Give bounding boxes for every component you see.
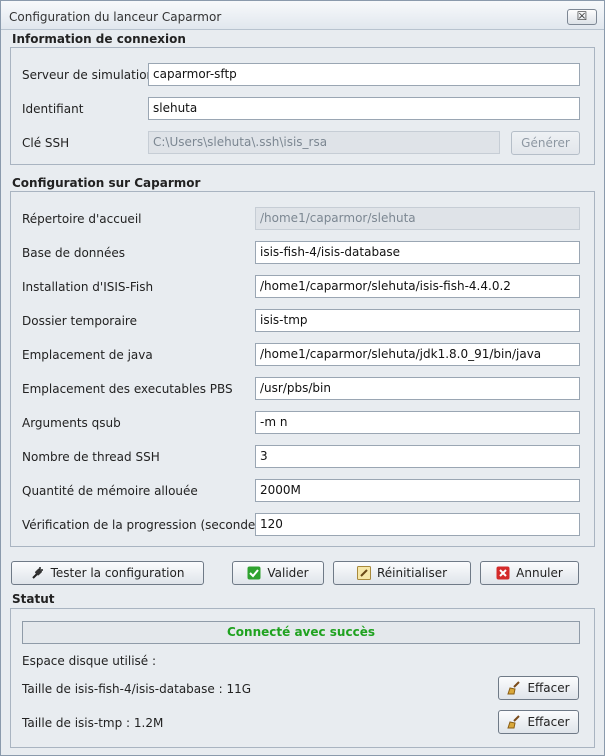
check-icon [247,566,261,580]
broom-icon [507,681,521,695]
quantite-de-memoire-allouee-input[interactable]: 2000M [255,479,580,502]
ssh-key-input[interactable]: C:\Users\slehuta\.ssh\isis_rsa [148,131,500,154]
status-section-title: Statut [12,592,55,606]
login-label: Identifiant [22,102,84,116]
base-de-donnees-input[interactable]: isis-fish-4/isis-database [255,241,580,264]
cancel-label: Annuler [516,566,563,580]
emplacement-de-java-label: Emplacement de java [22,348,153,362]
dossier-temporaire-label: Dossier temporaire [22,314,137,328]
repertoire-d-accueil-input[interactable]: /home1/caparmor/slehuta [255,207,580,230]
emplacement-des-executables-pbs-input[interactable]: /usr/pbs/bin [255,377,580,400]
plug-icon [31,566,45,580]
cross-icon [496,566,510,580]
config-dialog: Configuration du lanceur Caparmor ☒ Info… [0,0,605,756]
validate-label: Valider [267,566,309,580]
installation-d-isis-fish-input[interactable]: /home1/caparmor/slehuta/isis-fish-4.4.0.… [255,275,580,298]
reset-label: Réinitialiser [376,566,448,580]
emplacement-de-java-input[interactable]: /home1/caparmor/slehuta/jdk1.8.0_91/bin/… [255,343,580,366]
clear-tmp-button[interactable]: Effacer [498,710,579,734]
arguments-qsub-label: Arguments qsub [22,416,121,430]
verification-de-la-progression-secondes-label: Vérification de la progression (secondes… [22,518,267,532]
generate-key-button[interactable]: Générer [511,131,580,155]
repertoire-d-accueil-label: Répertoire d'accueil [22,212,142,226]
cancel-button[interactable]: Annuler [480,561,579,585]
reset-button[interactable]: Réinitialiser [333,561,471,585]
server-input[interactable]: caparmor-sftp [148,63,580,86]
connexion-section-title: Information de connexion [12,32,186,46]
arguments-qsub-input[interactable]: -m n [255,411,580,434]
validate-button[interactable]: Valider [232,561,324,585]
close-button[interactable]: ☒ [567,9,597,25]
title-bar: Configuration du lanceur Caparmor ☒ [1,1,604,30]
installation-d-isis-fish-label: Installation d'ISIS-Fish [22,280,154,294]
disk-usage-label: Espace disque utilisé : [22,654,157,668]
tmp-size-text: Taille de isis-tmp : 1.2M [22,716,164,730]
server-label: Serveur de simulation [22,68,155,82]
generate-key-button-label: Générer [521,136,570,150]
caparmor-section-title: Configuration sur Caparmor [12,176,201,190]
clear-tmp-label: Effacer [527,715,570,729]
ssh-key-label: Clé SSH [22,136,70,150]
test-config-button[interactable]: Tester la configuration [11,561,204,585]
verification-de-la-progression-secondes-input[interactable]: 120 [255,513,580,536]
nombre-de-thread-ssh-input[interactable]: 3 [255,445,580,468]
base-de-donnees-label: Base de données [22,246,126,260]
test-config-label: Tester la configuration [50,566,185,580]
login-input[interactable]: slehuta [148,97,580,120]
nombre-de-thread-ssh-label: Nombre de thread SSH [22,450,160,464]
window-title: Configuration du lanceur Caparmor [9,10,222,24]
connection-status: Connecté avec succès [22,621,580,644]
clear-database-label: Effacer [527,681,570,695]
broom-icon [507,715,521,729]
dossier-temporaire-input[interactable]: isis-tmp [255,309,580,332]
emplacement-des-executables-pbs-label: Emplacement des executables PBS [22,382,233,396]
clear-database-button[interactable]: Effacer [498,676,579,700]
database-size-text: Taille de isis-fish-4/isis-database : 11… [22,682,252,696]
quantite-de-memoire-allouee-label: Quantité de mémoire allouée [22,484,198,498]
pencil-icon [356,566,371,580]
